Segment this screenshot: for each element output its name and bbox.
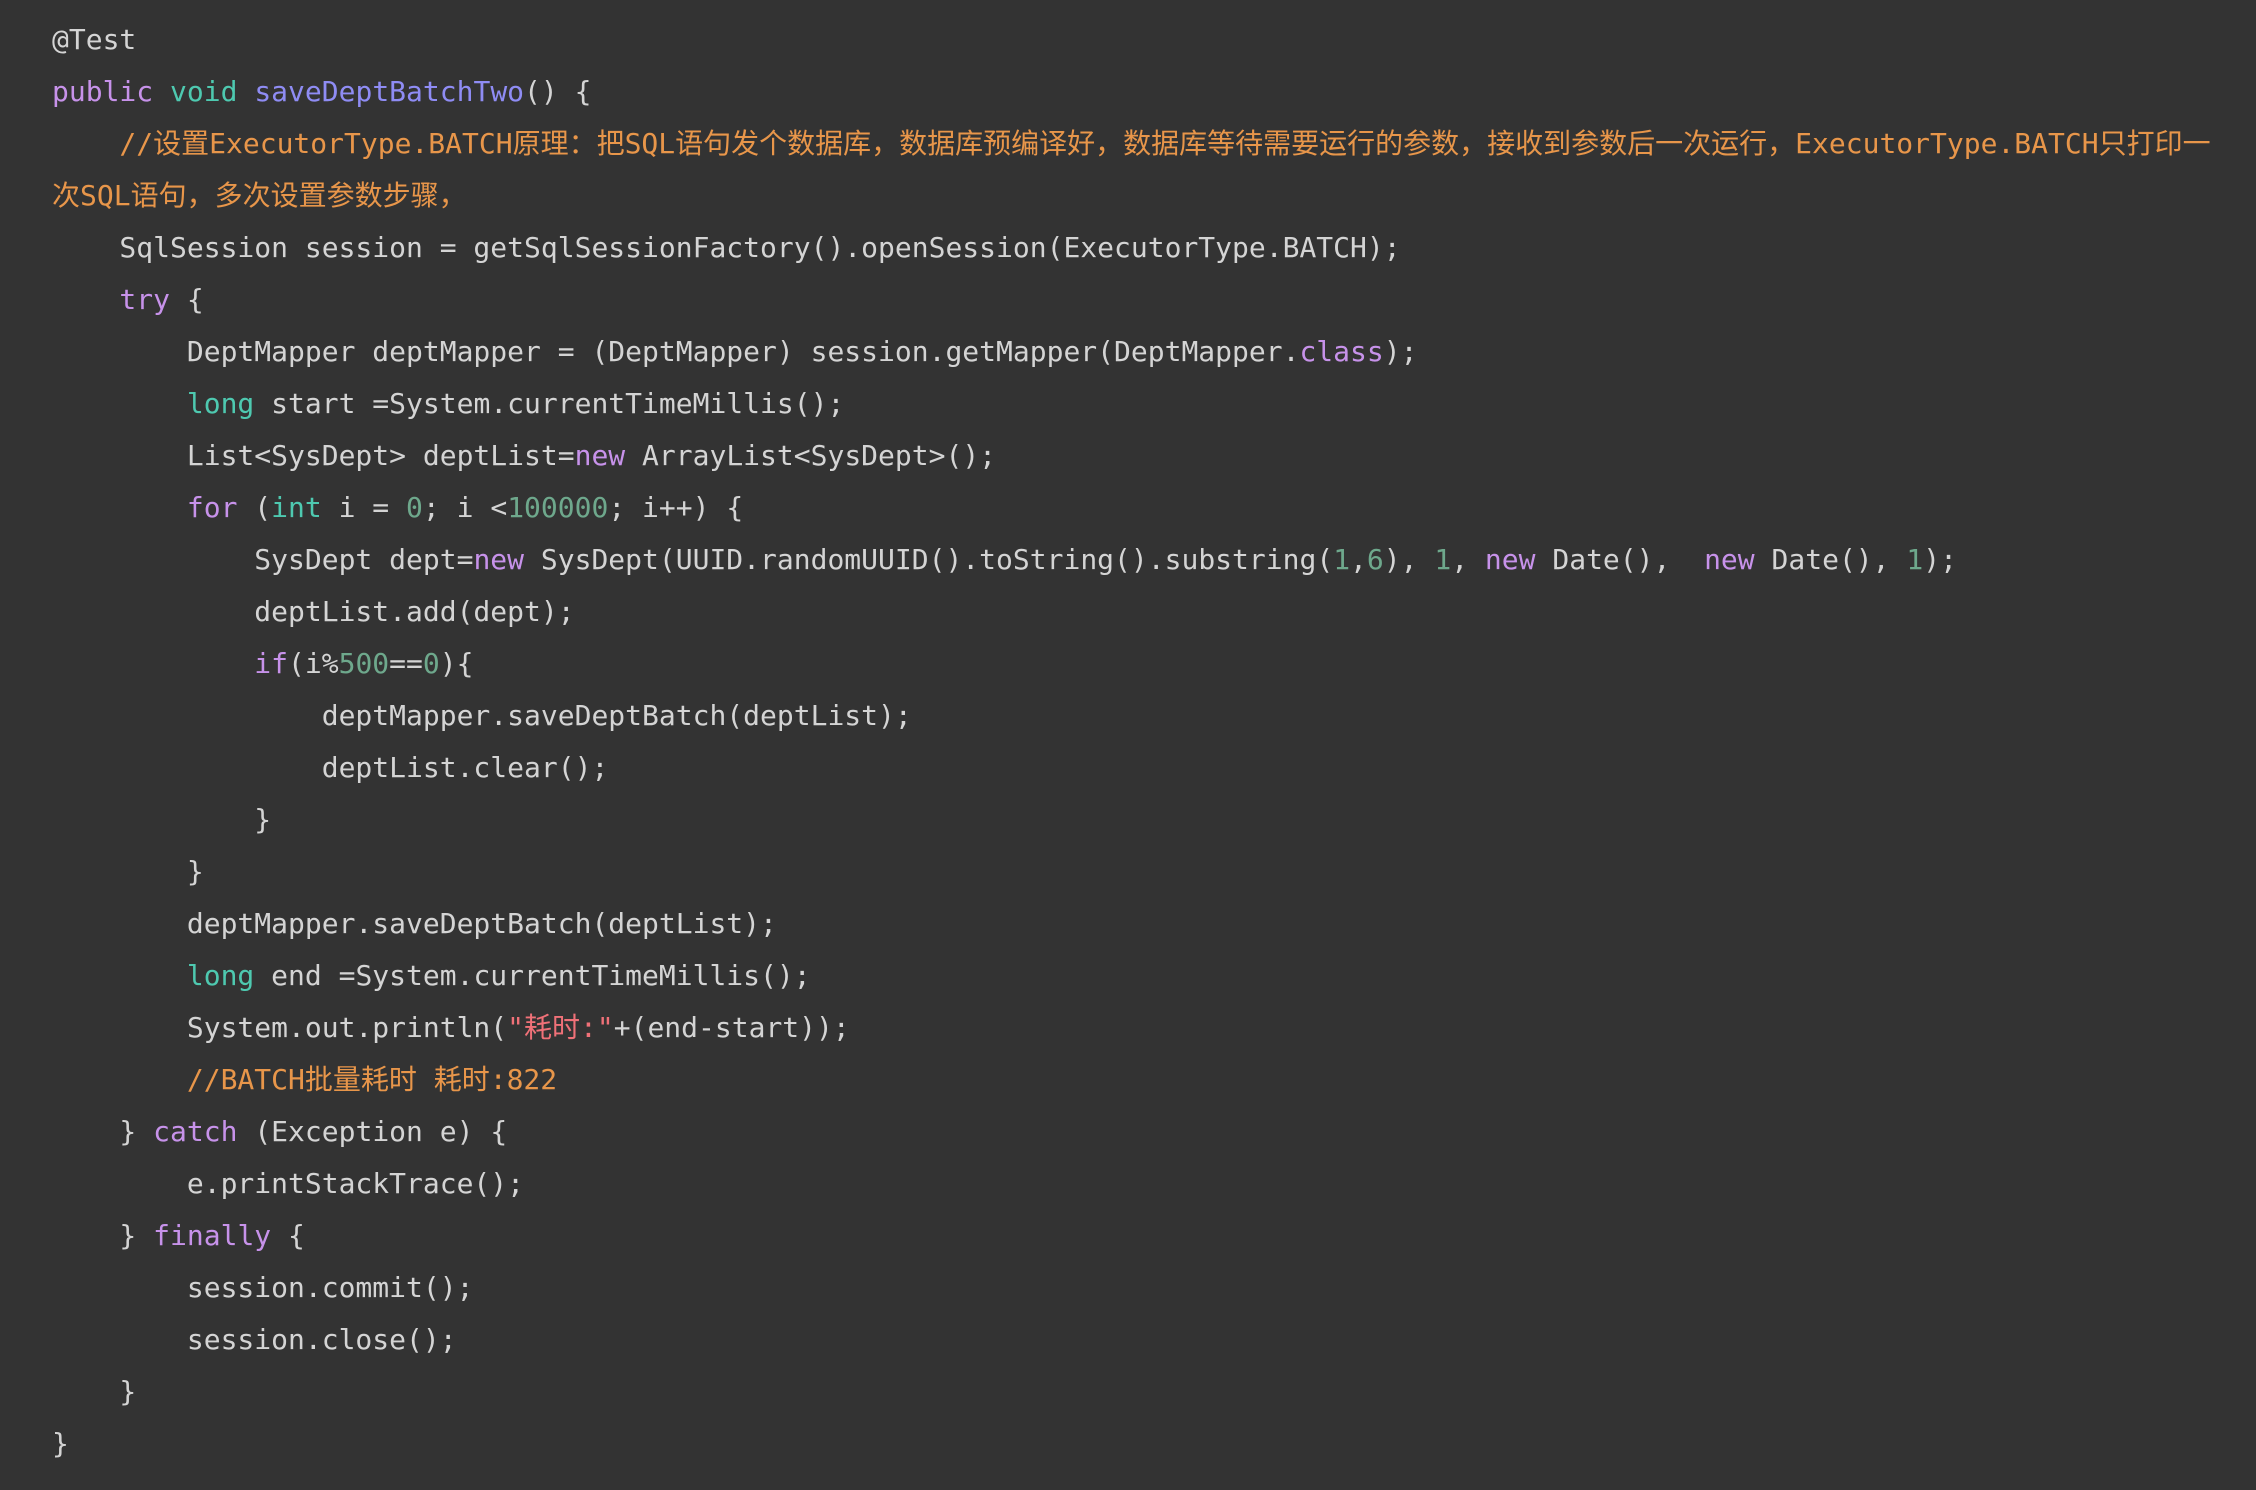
code-token: DeptMapper deptMapper = (DeptMapper) ses… [52, 335, 1300, 368]
code-line[interactable]: 次SQL语句，多次设置参数步骤， [52, 176, 467, 216]
code-token: SysDept(UUID.randomUUID().toString().sub… [540, 543, 1334, 576]
code-token: if [52, 647, 289, 680]
code-line[interactable]: if(i%500==0){ [52, 644, 473, 684]
code-line[interactable]: public void saveDeptBatchTwo() { [52, 72, 591, 112]
code-token: deptList.add(dept); [52, 595, 575, 628]
code-token: ; i++) { [608, 491, 744, 524]
code-line[interactable]: e.printStackTrace(); [52, 1164, 524, 1204]
code-line[interactable]: List<SysDept> deptList=new ArrayList<Sys… [52, 436, 996, 476]
code-line[interactable]: deptMapper.saveDeptBatch(deptList); [52, 696, 912, 736]
code-line[interactable]: //BATCH批量耗时 耗时:822 [52, 1060, 557, 1100]
code-token: Date(), [1552, 543, 1705, 576]
code-token: 0 [422, 647, 440, 680]
code-line[interactable]: session.close(); [52, 1320, 457, 1360]
code-token: 0 [406, 491, 423, 524]
code-token: List<SysDept> deptList= [52, 439, 575, 472]
code-token: end =System.currentTimeMillis(); [271, 959, 811, 992]
code-line[interactable]: deptList.clear(); [52, 748, 609, 788]
code-line[interactable]: SysDept dept=new SysDept(UUID.randomUUID… [52, 540, 1957, 580]
code-token: for [52, 491, 255, 524]
code-token: //BATCH批量耗时 耗时:822 [52, 1063, 558, 1096]
code-line[interactable]: SqlSession session = getSqlSessionFactor… [52, 228, 1401, 268]
code-line[interactable]: } [52, 1372, 136, 1412]
code-token: 100000 [507, 491, 609, 524]
code-token: 6 [1366, 543, 1384, 576]
code-line[interactable]: for (int i = 0; i <100000; i++) { [52, 488, 743, 528]
code-token: new [574, 439, 643, 472]
code-line[interactable]: try { [52, 280, 204, 320]
code-token: ( [254, 491, 272, 524]
code-token: class [1299, 335, 1384, 368]
code-token: == [389, 647, 423, 680]
code-token: 1 [1906, 543, 1924, 576]
code-token: "耗时:" [507, 1011, 614, 1044]
code-line[interactable]: } catch (Exception e) { [52, 1112, 507, 1152]
code-token: } [52, 1427, 69, 1460]
code-token: long [52, 387, 272, 420]
code-token: new [1484, 543, 1553, 576]
code-token: deptList.clear(); [52, 751, 609, 784]
code-line[interactable]: deptMapper.saveDeptBatch(deptList); [52, 904, 777, 944]
code-token: deptMapper.saveDeptBatch(deptList); [52, 699, 912, 732]
code-token: } [52, 855, 204, 888]
code-token: +(end-start)); [613, 1011, 850, 1044]
code-line[interactable]: } finally { [52, 1216, 305, 1256]
code-token: 1 [1434, 543, 1452, 576]
code-token: @Test [52, 23, 137, 56]
code-token: void [170, 75, 255, 108]
code-token: ); [1923, 543, 1957, 576]
code-token: 1 [1333, 543, 1351, 576]
code-token: 次SQL语句，多次设置参数步骤， [52, 179, 467, 212]
code-token: 500 [338, 647, 390, 680]
code-token: (i% [288, 647, 339, 680]
code-token: e.printStackTrace(); [52, 1167, 525, 1200]
code-token: { [186, 283, 204, 316]
code-line[interactable]: DeptMapper deptMapper = (DeptMapper) ses… [52, 332, 1418, 372]
code-line[interactable]: long start =System.currentTimeMillis(); [52, 384, 844, 424]
code-token: //设置ExecutorType.BATCH原理：把SQL语句发个数据库，数据库… [52, 127, 2211, 160]
code-line[interactable]: session.commit(); [52, 1268, 474, 1308]
code-token: i = [338, 491, 407, 524]
code-token: deptMapper.saveDeptBatch(deptList); [52, 907, 777, 940]
code-line[interactable]: deptList.add(dept); [52, 592, 575, 632]
code-token: long [52, 959, 272, 992]
code-token: catch [153, 1115, 255, 1148]
code-token: , [1350, 543, 1367, 576]
code-token: SysDept dept= [52, 543, 474, 576]
code-token: saveDeptBatchTwo [254, 75, 525, 108]
code-line[interactable]: @Test [52, 20, 136, 60]
code-token: } [52, 1219, 154, 1252]
code-token: int [271, 491, 339, 524]
code-line[interactable]: System.out.println("耗时:"+(end-start)); [52, 1008, 850, 1048]
code-token: ), [1383, 543, 1435, 576]
code-token: } [52, 1115, 154, 1148]
code-token: new [1704, 543, 1772, 576]
code-line[interactable]: long end =System.currentTimeMillis(); [52, 956, 811, 996]
code-token: } [52, 1375, 137, 1408]
code-token: { [288, 1219, 305, 1252]
code-token: System.out.println( [52, 1011, 508, 1044]
code-token: try [52, 283, 187, 316]
code-token: (Exception e) { [254, 1115, 508, 1148]
code-token: ){ [439, 647, 474, 680]
code-token: new [473, 543, 541, 576]
code-token: SqlSession session = getSqlSessionFactor… [52, 231, 1401, 264]
code-line[interactable]: } [52, 852, 204, 892]
code-token: , [1451, 543, 1485, 576]
code-token: ); [1383, 335, 1418, 368]
code-line[interactable]: } [52, 800, 271, 840]
code-token: public [52, 75, 171, 108]
code-token: () { [524, 75, 592, 108]
code-token: ArrayList<SysDept>(); [642, 439, 997, 472]
code-token: session.commit(); [52, 1271, 474, 1304]
code-token: start =System.currentTimeMillis(); [271, 387, 845, 420]
code-token: Date(), [1771, 543, 1907, 576]
code-line[interactable]: //设置ExecutorType.BATCH原理：把SQL语句发个数据库，数据库… [52, 124, 2211, 164]
code-token: session.close(); [52, 1323, 457, 1356]
code-token: finally [153, 1219, 289, 1252]
code-token: ; i < [422, 491, 508, 524]
code-editor[interactable]: @Test public void saveDeptBatchTwo() { //… [0, 0, 2256, 1490]
code-line[interactable]: } [52, 1424, 69, 1464]
code-token: } [52, 803, 272, 836]
